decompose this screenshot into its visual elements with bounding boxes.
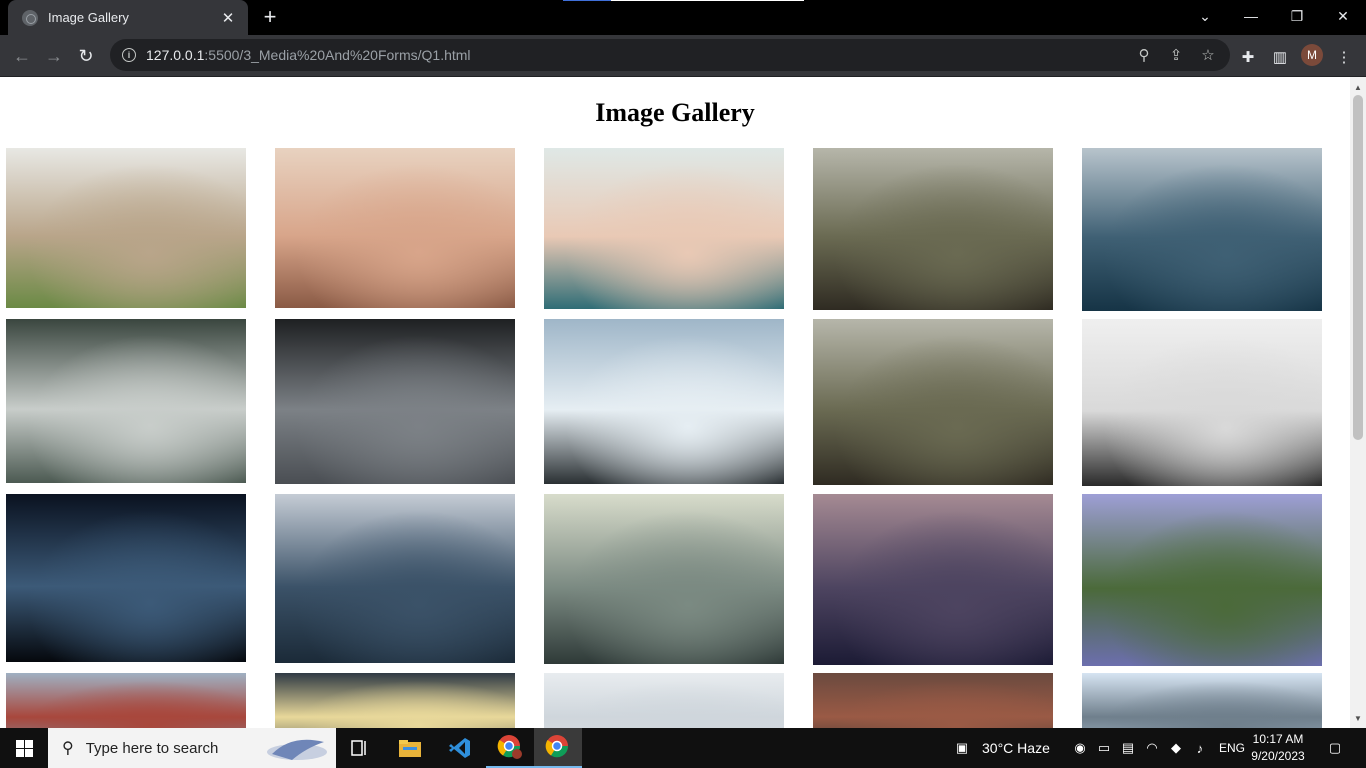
url-host: 127.0.0.1 bbox=[146, 47, 205, 63]
clock-time: 10:17 AM bbox=[1252, 732, 1304, 746]
gallery-image-night-sky-clouds bbox=[813, 494, 1053, 665]
browser-title-bar: Image Gallery ✕ + ⌄ — ❐ ✕ bbox=[0, 0, 1366, 35]
gallery-image-river-rocks-forest-2 bbox=[813, 319, 1053, 485]
search-highlight-icon bbox=[267, 739, 327, 760]
gallery-image-dark-sea bbox=[275, 494, 515, 663]
vertical-scrollbar[interactable]: ▲ ▼ bbox=[1350, 77, 1366, 728]
scroll-up-icon[interactable]: ▲ bbox=[1350, 79, 1366, 95]
system-clock[interactable]: 10:17 AM 9/20/2023 bbox=[1248, 731, 1308, 765]
close-window-icon[interactable]: ✕ bbox=[1320, 0, 1366, 32]
clock-date: 9/20/2023 bbox=[1251, 749, 1305, 763]
gallery-image-tree-reflection bbox=[1082, 494, 1322, 666]
start-button[interactable] bbox=[0, 728, 48, 768]
back-arrow-icon[interactable]: ← bbox=[7, 41, 37, 71]
minimize-icon[interactable]: — bbox=[1228, 0, 1274, 32]
side-panel-icon[interactable]: ▥ bbox=[1269, 46, 1291, 68]
gallery-image-mountain-lake bbox=[1082, 673, 1322, 728]
new-tab-button[interactable]: + bbox=[256, 4, 284, 32]
security-icon[interactable]: ◆ bbox=[1168, 740, 1184, 756]
url-path: :5500/3_Media%20And%20Forms/Q1.html bbox=[204, 47, 471, 63]
weather-text[interactable]: 30°C Haze bbox=[982, 728, 1050, 768]
gallery-image-wheat-field bbox=[6, 148, 246, 308]
info-icon[interactable]: i bbox=[122, 48, 136, 62]
scrollbar-thumb[interactable] bbox=[1353, 95, 1363, 440]
app-tray-icon[interactable]: ▤ bbox=[1120, 740, 1136, 756]
close-tab-icon[interactable]: ✕ bbox=[218, 9, 238, 27]
windows-logo-icon bbox=[15, 739, 33, 757]
volume-icon[interactable]: ♪ bbox=[1192, 740, 1208, 756]
file-explorer-icon[interactable] bbox=[386, 728, 434, 768]
wifi-icon[interactable]: ◠ bbox=[1144, 740, 1160, 756]
zoom-icon[interactable]: ⚲ bbox=[1134, 45, 1154, 65]
vscode-icon[interactable] bbox=[436, 728, 484, 768]
share-icon[interactable]: ⇪ bbox=[1166, 45, 1186, 65]
gallery-image-sunset-silhouette bbox=[275, 673, 515, 728]
weather-icon[interactable]: ▣ bbox=[950, 740, 974, 756]
profile-avatar[interactable]: M bbox=[1301, 44, 1323, 66]
gallery-image-red-bridge bbox=[6, 673, 246, 728]
gallery-image-city-street bbox=[813, 673, 1053, 728]
address-bar[interactable]: i 127.0.0.1:5500/3_Media%20And%20Forms/Q… bbox=[110, 39, 1230, 71]
gallery-image-car-window-couple bbox=[544, 148, 784, 309]
chrome-active-icon[interactable] bbox=[534, 728, 582, 768]
notifications-icon[interactable]: ▢ bbox=[1325, 740, 1345, 756]
page-viewport: Image Gallery bbox=[0, 77, 1350, 728]
extensions-icon[interactable]: ✚ bbox=[1237, 46, 1259, 68]
meet-now-icon[interactable]: ◉ bbox=[1072, 740, 1088, 756]
reload-icon[interactable]: ↻ bbox=[71, 41, 101, 71]
restore-icon[interactable]: ❐ bbox=[1274, 0, 1320, 32]
search-placeholder: Type here to search bbox=[85, 739, 219, 757]
gallery-image-misty-railway bbox=[544, 494, 784, 664]
window-drag-indicator bbox=[563, 0, 804, 1]
language-indicator[interactable]: ENG bbox=[1219, 728, 1245, 768]
gallery-image-foggy-forest bbox=[6, 319, 246, 483]
task-view-icon[interactable] bbox=[336, 728, 384, 768]
page-title: Image Gallery bbox=[595, 98, 755, 127]
globe-icon bbox=[22, 9, 38, 26]
gallery-image-pale-sky bbox=[544, 673, 784, 728]
forward-arrow-icon[interactable]: → bbox=[39, 41, 69, 71]
gallery-image-river-rocks-forest bbox=[813, 148, 1053, 310]
scroll-down-icon[interactable]: ▼ bbox=[1350, 710, 1366, 726]
gallery-image-typewriter-parts bbox=[1082, 319, 1322, 486]
windows-taskbar: ⚲ Type here to search ▣ 30°C Haze ◉ ▭ ▤ … bbox=[0, 728, 1366, 768]
search-icon: ⚲ bbox=[62, 740, 74, 757]
tab-title: Image Gallery bbox=[48, 10, 129, 25]
bookmark-star-icon[interactable]: ☆ bbox=[1198, 45, 1218, 65]
menu-icon[interactable]: ⋮ bbox=[1333, 46, 1355, 68]
gallery-image-crashing-wave bbox=[544, 319, 784, 484]
gallery-image-star-trails-swirl bbox=[6, 494, 246, 662]
gallery-image-water-droplets bbox=[275, 319, 515, 484]
taskbar-search-box[interactable]: ⚲ Type here to search bbox=[48, 728, 336, 768]
chrome-icon[interactable] bbox=[486, 728, 534, 768]
gallery-image-ocean-liberty bbox=[1082, 148, 1322, 311]
tab-search-icon[interactable]: ⌄ bbox=[1182, 0, 1228, 32]
browser-toolbar: ← → ↻ i 127.0.0.1:5500/3_Media%20And%20F… bbox=[0, 35, 1366, 77]
battery-icon[interactable]: ▭ bbox=[1096, 740, 1112, 756]
gallery-image-desk-flatlay bbox=[275, 148, 515, 308]
browser-tab[interactable]: Image Gallery ✕ bbox=[8, 0, 248, 35]
